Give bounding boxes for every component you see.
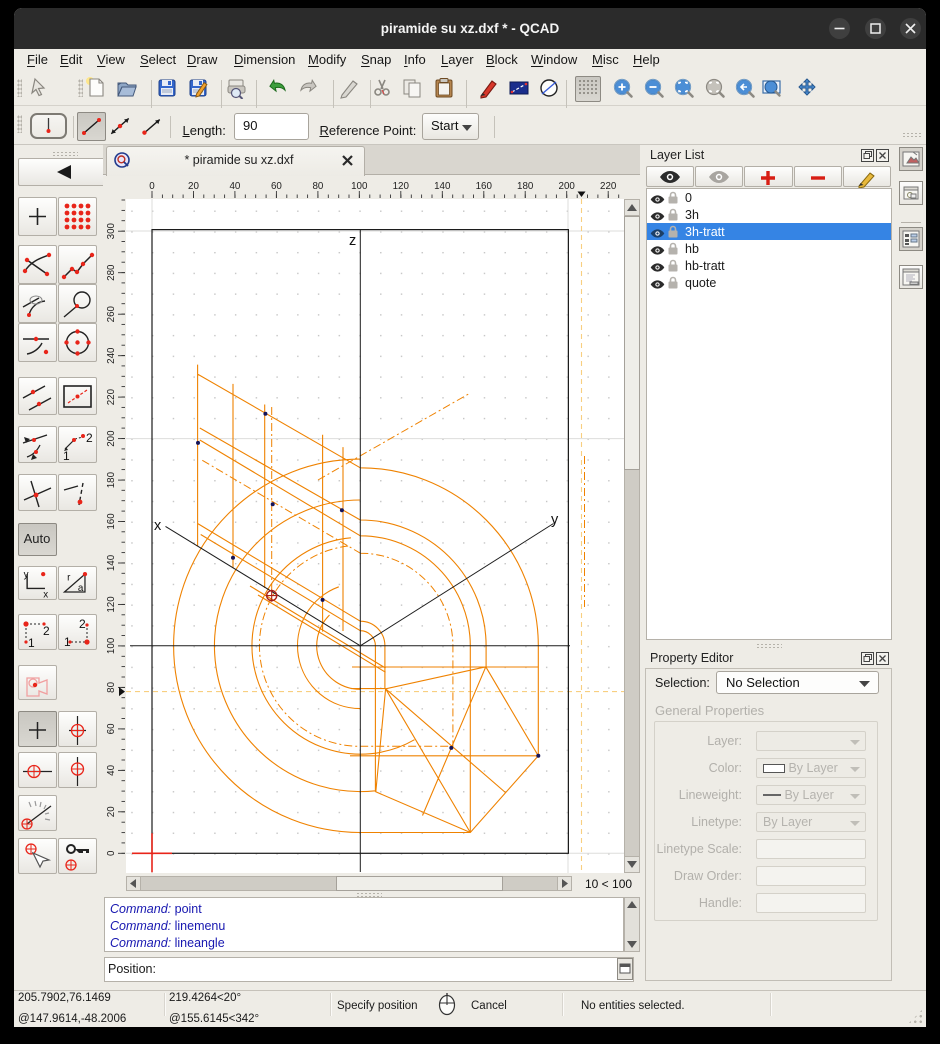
svg-text:240: 240	[106, 347, 117, 364]
svg-text:140: 140	[434, 181, 451, 192]
svg-text:200: 200	[106, 430, 117, 447]
svg-text:180: 180	[517, 181, 534, 192]
svg-text:80: 80	[106, 681, 117, 692]
svg-text:160: 160	[106, 513, 117, 530]
svg-text:260: 260	[106, 305, 117, 322]
svg-text:0: 0	[149, 181, 155, 192]
svg-text:0: 0	[106, 850, 117, 856]
svg-text:y: y	[23, 569, 28, 580]
svg-text:20: 20	[188, 181, 199, 192]
svg-text:180: 180	[106, 471, 117, 488]
svg-text:r: r	[67, 572, 71, 583]
svg-text:100: 100	[351, 181, 368, 192]
svg-text:40: 40	[229, 181, 240, 192]
svg-text:x: x	[43, 589, 48, 600]
svg-text:80: 80	[312, 181, 323, 192]
svg-text:2: 2	[86, 431, 93, 445]
svg-text:y: y	[551, 512, 559, 528]
svg-text:1: 1	[28, 636, 35, 650]
svg-text:60: 60	[106, 723, 117, 734]
svg-text:280: 280	[106, 264, 117, 281]
svg-text:a: a	[77, 583, 83, 594]
svg-text:60: 60	[271, 181, 282, 192]
svg-text:2: 2	[43, 624, 50, 638]
svg-text:140: 140	[106, 554, 117, 571]
svg-text:120: 120	[393, 181, 410, 192]
svg-text:220: 220	[106, 388, 117, 405]
svg-text:2: 2	[79, 617, 86, 631]
svg-text:160: 160	[476, 181, 493, 192]
svg-text:220: 220	[600, 181, 617, 192]
svg-text:1: 1	[63, 449, 70, 463]
svg-text:20: 20	[106, 806, 117, 817]
svg-text:40: 40	[106, 764, 117, 775]
svg-text:300: 300	[106, 222, 117, 239]
svg-text:z: z	[349, 233, 356, 249]
svg-text:100: 100	[106, 637, 117, 654]
svg-text:x: x	[154, 518, 162, 534]
svg-text:120: 120	[106, 596, 117, 613]
svg-text:200: 200	[559, 181, 576, 192]
